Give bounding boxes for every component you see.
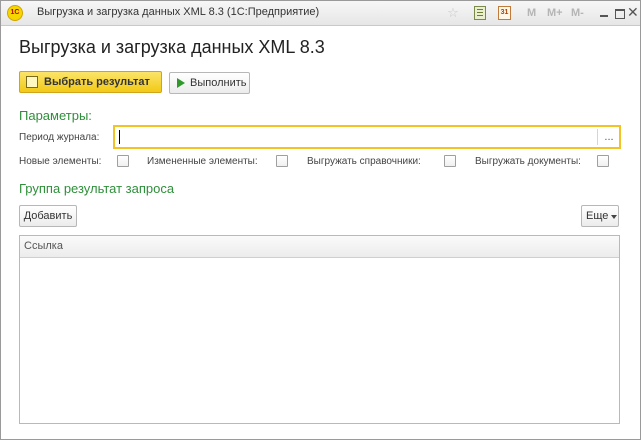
group-section-title: Группа результат запроса — [19, 181, 175, 196]
chevron-down-icon — [611, 215, 617, 219]
text-caret — [119, 130, 120, 144]
minimize-icon[interactable] — [600, 15, 608, 17]
changed-items-checkbox[interactable] — [276, 155, 288, 167]
run-label: Выполнить — [190, 77, 247, 89]
field-divider — [597, 129, 598, 145]
export-documents-label: Выгружать документы: — [475, 156, 581, 167]
more-button[interactable]: Еще — [581, 205, 619, 227]
new-items-checkbox[interactable] — [117, 155, 129, 167]
memory-minus-button[interactable]: M- — [571, 7, 584, 21]
close-icon[interactable]: ✕ — [627, 5, 639, 19]
select-result-icon — [26, 76, 38, 88]
table-header: Ссылка — [20, 236, 619, 258]
play-icon — [177, 78, 185, 88]
params-section-title: Параметры: — [19, 108, 92, 123]
select-result-label: Выбрать результат — [44, 76, 150, 88]
more-label: Еще — [586, 210, 609, 222]
window-title: Выгрузка и загрузка данных XML 8.3 (1С:П… — [37, 6, 320, 18]
export-catalogs-label: Выгружать справочники: — [307, 156, 421, 167]
memory-plus-button[interactable]: M+ — [547, 7, 563, 21]
result-table[interactable]: Ссылка — [19, 235, 620, 424]
changed-items-label: Измененные элементы: — [147, 156, 258, 167]
export-catalogs-checkbox[interactable] — [444, 155, 456, 167]
new-items-label: Новые элементы: — [19, 156, 102, 167]
calendar-icon[interactable]: 31 — [498, 6, 511, 20]
select-result-button[interactable]: Выбрать результат — [19, 71, 162, 93]
add-button[interactable]: Добавить — [19, 205, 77, 227]
star-icon[interactable]: ☆ — [446, 6, 460, 20]
title-bar: 1С Выгрузка и загрузка данных XML 8.3 (1… — [1, 1, 640, 26]
app-window: 1С Выгрузка и загрузка данных XML 8.3 (1… — [0, 0, 641, 440]
run-button[interactable]: Выполнить — [169, 72, 250, 94]
column-header-link[interactable]: Ссылка — [24, 240, 63, 252]
period-input[interactable] — [119, 129, 589, 145]
export-documents-checkbox[interactable] — [597, 155, 609, 167]
app-logo-icon[interactable]: 1С — [7, 5, 23, 21]
period-field[interactable]: ... — [113, 125, 621, 149]
form-title: Выгрузка и загрузка данных XML 8.3 — [19, 37, 325, 57]
period-select-button[interactable]: ... — [601, 127, 617, 147]
period-label: Период журнала: — [19, 132, 100, 143]
memory-m-button[interactable]: M — [527, 7, 536, 21]
calculator-icon[interactable] — [474, 6, 486, 20]
maximize-icon[interactable] — [615, 9, 625, 19]
